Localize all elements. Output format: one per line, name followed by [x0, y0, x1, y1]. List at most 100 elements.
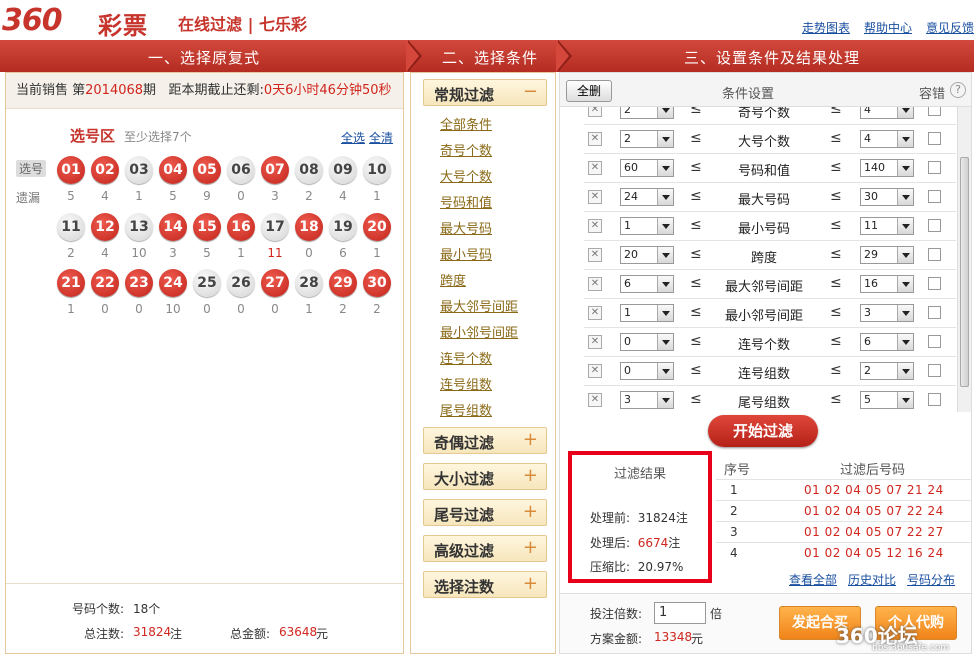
ball-10[interactable]: 10 — [363, 156, 391, 184]
ball-02[interactable]: 02 — [91, 156, 119, 184]
ball-14[interactable]: 14 — [159, 213, 187, 241]
ball-19[interactable]: 19 — [329, 213, 357, 241]
ball-17[interactable]: 17 — [261, 213, 289, 241]
min-select[interactable]: 0 — [620, 362, 674, 380]
tolerance-checkbox[interactable] — [928, 335, 941, 348]
max-select[interactable]: 4 — [860, 107, 914, 119]
remove-icon[interactable]: ✕ — [588, 219, 602, 233]
ball-20[interactable]: 20 — [363, 213, 391, 241]
filter-option[interactable]: 最大邻号间距 — [440, 296, 518, 315]
filter-option[interactable]: 最大号码 — [440, 218, 492, 237]
ball-30[interactable]: 30 — [363, 269, 391, 297]
feedback-link[interactable]: 意见反馈 — [926, 21, 974, 35]
ball-09[interactable]: 09 — [329, 156, 357, 184]
ball-03[interactable]: 03 — [125, 156, 153, 184]
ball-24[interactable]: 24 — [159, 269, 187, 297]
max-select[interactable]: 16 — [860, 275, 914, 293]
expand-icon[interactable]: + — [523, 537, 538, 558]
remove-icon[interactable]: ✕ — [588, 393, 602, 407]
remove-icon[interactable]: ✕ — [588, 335, 602, 349]
ball-21[interactable]: 21 — [57, 269, 85, 297]
trend-chart-link[interactable]: 走势图表 — [802, 21, 850, 35]
remove-icon[interactable]: ✕ — [588, 306, 602, 320]
expand-icon[interactable]: + — [523, 429, 538, 450]
filter-group-6[interactable]: 选择注数 + — [423, 571, 547, 598]
filter-option[interactable]: 跨度 — [440, 270, 466, 289]
collapse-icon[interactable]: − — [523, 81, 538, 102]
ball-29[interactable]: 29 — [329, 269, 357, 297]
filter-option[interactable]: 号码和值 — [440, 192, 492, 211]
filter-group-3[interactable]: 大小过滤 + — [423, 463, 547, 490]
ball-28[interactable]: 28 — [295, 269, 323, 297]
delete-all-button[interactable]: 全删 — [566, 80, 612, 102]
expand-icon[interactable]: + — [523, 573, 538, 594]
max-select[interactable]: 5 — [860, 391, 914, 409]
tolerance-checkbox[interactable] — [928, 277, 941, 290]
max-select[interactable]: 30 — [860, 188, 914, 206]
max-select[interactable]: 140 — [860, 159, 914, 177]
remove-icon[interactable]: ✕ — [588, 277, 602, 291]
min-select[interactable]: 2 — [620, 130, 674, 148]
min-select[interactable]: 60 — [620, 159, 674, 177]
start-filter-button[interactable]: 开始过滤 — [708, 415, 818, 447]
min-select[interactable]: 1 — [620, 304, 674, 322]
remove-icon[interactable]: ✕ — [588, 107, 602, 117]
remove-icon[interactable]: ✕ — [588, 190, 602, 204]
number-distribution-link[interactable]: 号码分布 — [907, 573, 955, 587]
max-select[interactable]: 6 — [860, 333, 914, 351]
condition-scrollbar[interactable] — [957, 107, 971, 412]
ball-26[interactable]: 26 — [227, 269, 255, 297]
min-select[interactable]: 20 — [620, 246, 674, 264]
help-icon[interactable]: ? — [950, 82, 966, 98]
remove-icon[interactable]: ✕ — [588, 364, 602, 378]
select-all-link[interactable]: 全选 — [341, 131, 365, 145]
tolerance-checkbox[interactable] — [928, 219, 941, 232]
ball-01[interactable]: 01 — [57, 156, 85, 184]
filter-group-2[interactable]: 奇偶过滤 + — [423, 427, 547, 454]
ball-08[interactable]: 08 — [295, 156, 323, 184]
multiplier-input[interactable]: 1 — [654, 602, 706, 624]
min-select[interactable]: 1 — [620, 217, 674, 235]
ball-04[interactable]: 04 — [159, 156, 187, 184]
tolerance-checkbox[interactable] — [928, 393, 941, 406]
ball-11[interactable]: 11 — [57, 213, 85, 241]
ball-07[interactable]: 07 — [261, 156, 289, 184]
filter-option[interactable]: 最小邻号间距 — [440, 322, 518, 341]
filter-option[interactable]: 大号个数 — [440, 166, 492, 185]
min-select[interactable]: 3 — [620, 391, 674, 409]
history-compare-link[interactable]: 历史对比 — [848, 573, 896, 587]
help-center-link[interactable]: 帮助中心 — [864, 21, 912, 35]
min-select[interactable]: 24 — [620, 188, 674, 206]
expand-icon[interactable]: + — [523, 465, 538, 486]
max-select[interactable]: 11 — [860, 217, 914, 235]
min-select[interactable]: 6 — [620, 275, 674, 293]
filter-group-1[interactable]: 常规过滤 − — [423, 79, 547, 106]
max-select[interactable]: 4 — [860, 130, 914, 148]
min-select[interactable]: 0 — [620, 333, 674, 351]
ball-18[interactable]: 18 — [295, 213, 323, 241]
remove-icon[interactable]: ✕ — [588, 132, 602, 146]
ball-25[interactable]: 25 — [193, 269, 221, 297]
ball-27[interactable]: 27 — [261, 269, 289, 297]
ball-13[interactable]: 13 — [125, 213, 153, 241]
max-select[interactable]: 3 — [860, 304, 914, 322]
expand-icon[interactable]: + — [523, 501, 538, 522]
filter-option[interactable]: 全部条件 — [440, 114, 492, 133]
ball-05[interactable]: 05 — [193, 156, 221, 184]
filter-option[interactable]: 连号组数 — [440, 374, 492, 393]
ball-23[interactable]: 23 — [125, 269, 153, 297]
tolerance-checkbox[interactable] — [928, 248, 941, 261]
ball-22[interactable]: 22 — [91, 269, 119, 297]
clear-all-link[interactable]: 全清 — [369, 131, 393, 145]
tolerance-checkbox[interactable] — [928, 161, 941, 174]
ball-06[interactable]: 06 — [227, 156, 255, 184]
max-select[interactable]: 2 — [860, 362, 914, 380]
view-all-link[interactable]: 查看全部 — [789, 573, 837, 587]
tolerance-checkbox[interactable] — [928, 364, 941, 377]
tolerance-checkbox[interactable] — [928, 306, 941, 319]
scroll-thumb[interactable] — [960, 157, 969, 387]
ball-15[interactable]: 15 — [193, 213, 221, 241]
filter-option[interactable]: 尾号组数 — [440, 400, 492, 419]
filter-option[interactable]: 连号个数 — [440, 348, 492, 367]
max-select[interactable]: 29 — [860, 246, 914, 264]
